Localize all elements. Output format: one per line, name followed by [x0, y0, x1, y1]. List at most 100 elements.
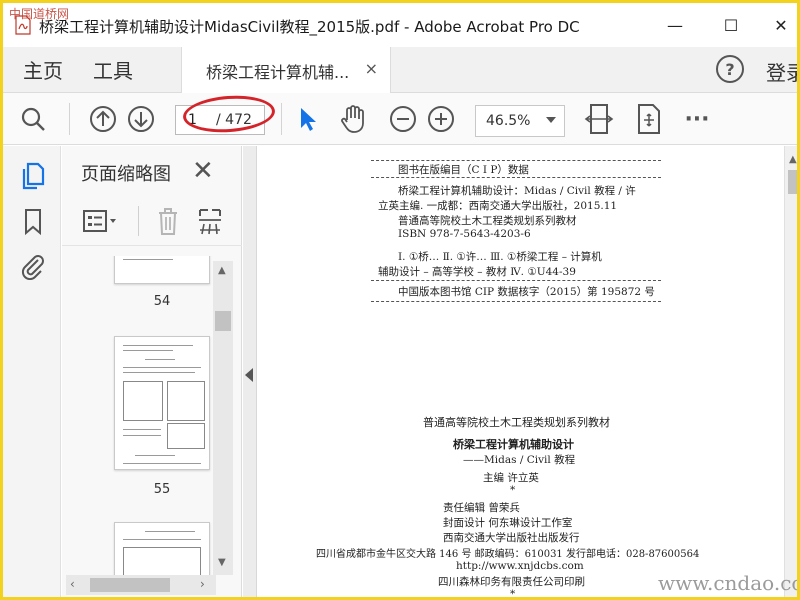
panel-title: 页面缩略图 — [81, 164, 171, 185]
close-tab-icon[interactable]: × — [365, 59, 378, 78]
next-page-button[interactable] — [125, 103, 157, 135]
thumb-text-line — [145, 359, 175, 360]
page-thumbnails-button[interactable] — [19, 162, 47, 190]
panel-divider — [138, 206, 139, 236]
thumb-figure — [167, 423, 205, 449]
select-tool-button[interactable] — [291, 103, 323, 135]
separator-star: * — [510, 484, 516, 496]
cip-header-rule — [371, 177, 661, 178]
thumbnail-page[interactable] — [114, 256, 210, 284]
fit-width-button[interactable] — [583, 103, 615, 135]
paperclip-icon — [21, 255, 44, 280]
cip-mid-rule — [371, 280, 661, 281]
thumbnail-page[interactable] — [114, 336, 210, 470]
document-view[interactable]: 图书在版编目（C I P）数据 桥梁工程计算机辅助设计：Midas / Civi… — [258, 146, 797, 600]
address-line: 四川省成都市金牛区交大路 146 号 邮政编码：610031 发行部电话：028… — [316, 549, 700, 560]
thumb-text-line — [135, 455, 175, 456]
thumbnails-horizontal-scrollbar[interactable]: ‹ › — [66, 575, 216, 595]
arrow-up-circle-icon — [90, 106, 116, 132]
separator-star: * — [510, 588, 516, 600]
scroll-up-icon[interactable]: ▲ — [218, 265, 226, 276]
thumb-text-line — [123, 429, 161, 430]
minimize-button[interactable]: — — [655, 11, 695, 39]
panel-collapse-handle[interactable] — [243, 146, 257, 597]
credit-line: 西南交通大学出版社出版发行 — [443, 532, 580, 544]
minimize-icon: — — [667, 15, 683, 35]
scroll-right-icon[interactable]: › — [200, 577, 205, 591]
pages-icon — [22, 162, 45, 190]
maximize-button[interactable]: ☐ — [711, 11, 751, 39]
cip-line: 普通高等院校土木工程类规划系列教材 — [398, 215, 577, 227]
hand-icon — [341, 105, 364, 133]
page-layout-button[interactable] — [633, 103, 665, 135]
thumbnails-vertical-scrollbar[interactable]: ▲ ▼ — [213, 261, 233, 575]
thumbnail-options-button[interactable] — [82, 208, 120, 238]
tab-document[interactable]: 桥梁工程计算机辅... × — [181, 47, 391, 93]
scrollbar-thumb[interactable] — [215, 311, 231, 331]
document-vertical-scrollbar[interactable]: ▲ — [784, 146, 797, 597]
plus-circle-icon — [428, 106, 454, 132]
toolbar-divider — [281, 103, 282, 135]
zoom-in-button[interactable] — [425, 103, 457, 135]
cip-line: 辅助设计 – 高等学校 – 教材 Ⅳ. ①U44-39 — [378, 266, 576, 278]
cip-top-rule — [371, 160, 661, 161]
more-tools-button[interactable]: ··· — [681, 103, 713, 135]
trash-icon — [159, 208, 177, 235]
delete-page-button[interactable] — [154, 206, 182, 240]
help-icon[interactable]: ? — [716, 55, 744, 83]
minus-circle-icon — [390, 106, 416, 132]
previous-page-button[interactable] — [87, 103, 119, 135]
cip-line: 立英主编. 一成都：西南交通大学出版社，2015.11 — [378, 200, 618, 212]
scroll-down-icon[interactable]: ▼ — [218, 557, 226, 568]
list-options-icon — [83, 210, 116, 232]
zoom-out-button[interactable] — [387, 103, 419, 135]
close-panel-icon[interactable]: ✕ — [192, 156, 214, 186]
close-window-button[interactable]: ✕ — [761, 11, 797, 39]
hand-tool-button[interactable] — [337, 103, 369, 135]
thumbnail-label: 54 — [153, 294, 171, 309]
cip-line: 桥梁工程计算机辅助设计：Midas / Civil 教程 / 许 — [398, 185, 636, 197]
toolbar: 1 / 472 46.5% ··· — [3, 93, 797, 145]
cip-line: 中国版本图书馆 CIP 数据核字（2015）第 195872 号 — [398, 286, 655, 298]
zoom-dropdown[interactable]: 46.5% — [475, 105, 565, 137]
cip-line: ISBN 978-7-5643-4203-6 — [398, 228, 531, 240]
thumb-text-line — [123, 259, 173, 260]
login-link[interactable]: 登录 — [766, 57, 797, 86]
page-extract-icon — [199, 209, 221, 235]
bookmark-icon — [25, 209, 41, 236]
title-bar: 桥梁工程计算机辅助设计MidasCivil教程_2015版.pdf - Adob… — [3, 3, 797, 47]
zoom-value: 46.5% — [486, 113, 531, 129]
maximize-icon: ☐ — [723, 15, 739, 35]
series-title: 普通高等院校土木工程类规划系列教材 — [423, 416, 610, 429]
thumb-text-line — [123, 367, 201, 368]
toolbar-divider — [69, 103, 70, 135]
document-tab-label: 桥梁工程计算机辅... — [206, 63, 350, 82]
chevron-down-icon — [546, 117, 556, 123]
navigation-rail — [3, 146, 61, 597]
watermark-bottom-right: www.cndao.com — [658, 571, 797, 595]
cip-bottom-rule — [371, 301, 661, 302]
credit-line: 责任编辑 曾荣兵 — [443, 502, 520, 514]
panel-toolbar — [62, 196, 242, 246]
printer-line: 四川森林印务有限责任公司印刷 — [438, 576, 585, 588]
thumb-text-line — [145, 531, 195, 532]
extract-page-button[interactable] — [196, 206, 224, 240]
scrollbar-thumb[interactable] — [90, 578, 170, 592]
fit-page-icon — [638, 104, 660, 134]
scroll-left-icon[interactable]: ‹ — [70, 577, 75, 591]
thumb-text-line — [123, 539, 201, 540]
scrollbar-thumb[interactable] — [788, 170, 797, 194]
watermark-top-left: 中国道桥网 — [9, 7, 70, 21]
tab-home[interactable]: 主页 — [23, 55, 63, 84]
book-title: 桥梁工程计算机辅助设计 — [453, 438, 574, 451]
attachments-button[interactable] — [19, 252, 47, 280]
bookmarks-button[interactable] — [19, 208, 47, 236]
credit-line: 封面设计 何东琳设计工作室 — [443, 517, 573, 529]
thumb-text-line — [123, 463, 201, 464]
thumb-text-line — [123, 372, 195, 373]
fit-width-icon — [584, 104, 614, 134]
search-button[interactable] — [17, 103, 49, 135]
scroll-up-icon[interactable]: ▲ — [789, 154, 797, 165]
tab-tools[interactable]: 工具 — [93, 55, 133, 84]
website-line: http://www.xnjdcbs.com — [456, 560, 584, 572]
